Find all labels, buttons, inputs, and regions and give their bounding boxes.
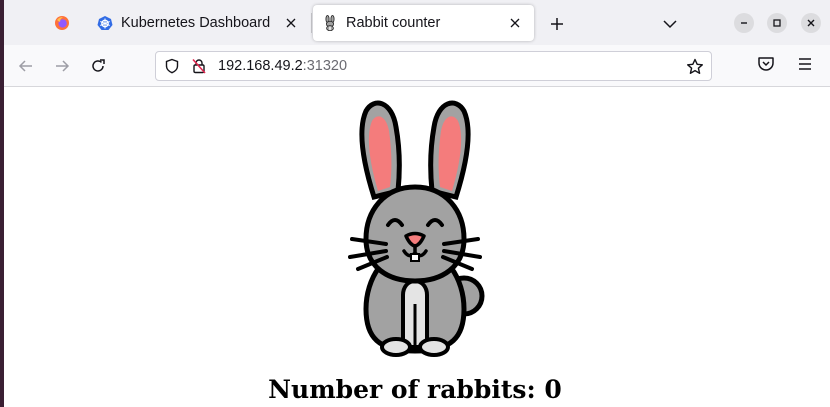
forward-button[interactable] (50, 54, 74, 78)
rabbit-right-foot (418, 337, 450, 357)
shield-icon[interactable] (164, 58, 180, 74)
arrow-left-icon (18, 60, 32, 72)
chevron-down-icon (663, 20, 677, 29)
firefox-view-button[interactable] (50, 11, 74, 35)
url-host: 192.168.49.2 (218, 58, 303, 74)
rabbit-icon (322, 15, 338, 31)
tab-kubernetes-dashboard[interactable]: Kubernetes Dashboard (88, 5, 310, 41)
minimize-icon (741, 22, 747, 24)
rabbit-illustration (348, 100, 485, 357)
reload-icon (92, 59, 105, 72)
bookmark-star-icon[interactable] (686, 58, 704, 76)
rabbit-left-foot (380, 337, 412, 357)
firefox-icon (55, 16, 69, 30)
plus-icon (551, 18, 563, 30)
back-button[interactable] (14, 54, 38, 78)
list-all-tabs-button[interactable] (658, 12, 682, 36)
navigation-toolbar: 192.168.49.2:31320 (0, 45, 830, 87)
maximize-icon (773, 19, 781, 27)
close-icon (510, 18, 520, 28)
url-port: :31320 (302, 58, 348, 74)
address-bar[interactable]: 192.168.49.2:31320 (155, 51, 712, 81)
page-content: Number of rabbits: 0 (0, 87, 830, 407)
minimize-button[interactable] (734, 13, 754, 33)
reload-button[interactable] (86, 54, 110, 78)
desktop-edge (0, 0, 4, 407)
kubernetes-icon (97, 15, 113, 31)
tab-strip: Kubernetes Dashboard Rabbit counter (0, 0, 830, 45)
url-text[interactable]: 192.168.49.2:31320 (218, 58, 347, 74)
tab-title: Kubernetes Dashboard (121, 15, 271, 31)
close-icon (286, 18, 296, 28)
close-icon (807, 19, 815, 27)
close-window-button[interactable] (801, 13, 821, 33)
close-tab-button[interactable] (504, 12, 526, 34)
tab-title: Rabbit counter (346, 15, 441, 31)
maximize-button[interactable] (767, 13, 787, 33)
hamburger-menu-icon[interactable] (795, 54, 815, 74)
close-tab-button[interactable] (280, 12, 302, 34)
tab-rabbit-counter[interactable]: Rabbit counter (313, 5, 534, 41)
rabbit-count-heading: Number of rabbits: 0 (268, 375, 562, 404)
browser-window: Kubernetes Dashboard Rabbit counter 192.… (0, 0, 830, 407)
pocket-icon[interactable] (756, 54, 776, 74)
arrow-right-icon (56, 60, 70, 72)
tab-separator (311, 13, 312, 33)
new-tab-button[interactable] (545, 12, 569, 36)
insecure-lock-icon[interactable] (191, 58, 207, 74)
